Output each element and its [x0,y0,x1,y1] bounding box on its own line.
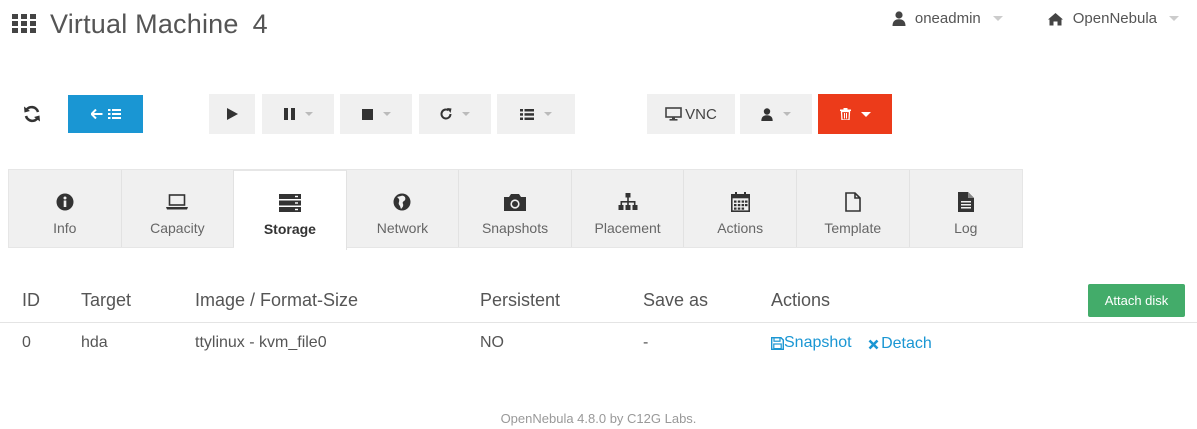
user-icon [892,11,906,26]
save-icon [771,336,784,350]
top-right-menu: oneadmin OpenNebula [892,10,1179,27]
detach-label: Detach [881,335,932,352]
tab-snapshots[interactable]: Snapshots [459,170,572,247]
disk-save-as: - [643,334,649,351]
column-header-target[interactable]: Target [81,285,131,315]
reboot-button[interactable] [419,94,491,134]
snapshot-label: Snapshot [784,334,852,351]
disk-id: 0 [22,334,31,351]
tab-label: Storage [263,221,316,237]
back-to-list-button[interactable] [68,95,143,133]
page-title: Virtual Machine 4 [50,9,268,40]
user-icon [761,107,773,121]
refresh-icon [24,105,40,123]
pause-icon [283,108,295,120]
tab-label: Log [954,220,978,236]
snapshot-link[interactable]: Snapshot [771,329,852,357]
stop-icon [361,108,373,120]
chevron-down-icon [783,112,791,116]
footer-text: OpenNebula 4.8.0 by C12G Labs. [500,411,697,426]
tab-label: Snapshots [481,220,549,236]
disk-target: hda [81,334,108,351]
disk-persistent: NO [480,334,504,351]
vm-tabs: Info Capacity Storage Network Snapshots … [8,169,1023,250]
pause-button[interactable] [262,94,334,134]
sitemap-icon [618,193,638,210]
column-header-actions: Actions [771,290,831,310]
column-header-id[interactable]: ID [22,285,40,315]
table-header: ID Target Image / Format-Size Persistent… [0,285,1197,323]
play-button[interactable] [209,94,255,134]
tab-capacity[interactable]: Capacity [122,170,235,247]
camera-icon [504,194,527,211]
tab-log[interactable]: Log [910,170,1023,247]
file-text-icon [957,192,974,212]
vm-toolbar: VNC [0,94,1197,134]
table-row[interactable]: 0 hda ttylinux - kvm_file0 NO - Snapshot… [0,329,1197,355]
chevron-down-icon [860,111,871,117]
tab-actions[interactable]: Actions [684,170,797,247]
column-header-save-as[interactable]: Save as [643,285,708,315]
disk-image: ttylinux - kvm_file0 [195,334,327,351]
detach-link[interactable]: Detach [868,330,932,358]
tab-label: Capacity [150,220,205,236]
tab-template[interactable]: Template [797,170,910,247]
disk-actions: Snapshot Detach [771,329,932,360]
user-name: oneadmin [914,10,981,27]
chevron-down-icon [382,112,391,116]
arrow-left-icon [90,109,102,119]
tab-network[interactable]: Network [347,170,460,247]
page-title-text: Virtual Machine [50,8,239,39]
calendar-icon [730,192,750,212]
ownership-button[interactable] [740,94,812,134]
chevron-down-icon [1169,16,1179,21]
info-icon [56,193,74,211]
home-icon [1047,12,1063,25]
chevron-down-icon [992,16,1003,21]
refresh-button[interactable] [18,94,46,134]
rotate-icon [440,108,452,120]
zone-menu[interactable]: OpenNebula [1047,10,1179,27]
vnc-label: VNC [685,105,717,123]
vm-id: 4 [252,8,268,39]
tab-label: Network [376,220,429,236]
tab-label: Actions [717,220,764,236]
zone-name: OpenNebula [1072,10,1157,27]
tab-label: Template [824,220,882,236]
more-actions-button[interactable] [497,94,575,134]
list-icon [520,108,534,120]
tab-placement[interactable]: Placement [572,170,685,247]
user-menu[interactable]: oneadmin [892,10,1003,27]
chevron-down-icon [544,112,552,116]
tab-label: Placement [594,220,661,236]
delete-button[interactable] [818,94,892,134]
tab-storage[interactable]: Storage [234,170,347,250]
desktop-icon [665,107,682,121]
column-header-persistent[interactable]: Persistent [480,285,560,315]
tab-label: Info [53,220,77,236]
vnc-button[interactable]: VNC [647,94,735,134]
apps-grid-icon[interactable] [12,14,36,34]
column-header-image[interactable]: Image / Format-Size [195,285,358,315]
file-icon [844,192,861,212]
trash-icon [839,108,851,120]
attach-disk-button[interactable]: Attach disk [1088,284,1185,317]
list-icon [107,109,121,119]
storage-icon [278,194,301,212]
laptop-icon [166,194,189,210]
play-icon [226,108,238,120]
chevron-down-icon [304,112,313,116]
close-icon [868,339,879,349]
tab-info[interactable]: Info [9,170,122,247]
page-header: Virtual Machine 4 [12,6,268,42]
stop-button[interactable] [340,94,412,134]
chevron-down-icon [462,112,470,116]
globe-icon [393,193,411,211]
